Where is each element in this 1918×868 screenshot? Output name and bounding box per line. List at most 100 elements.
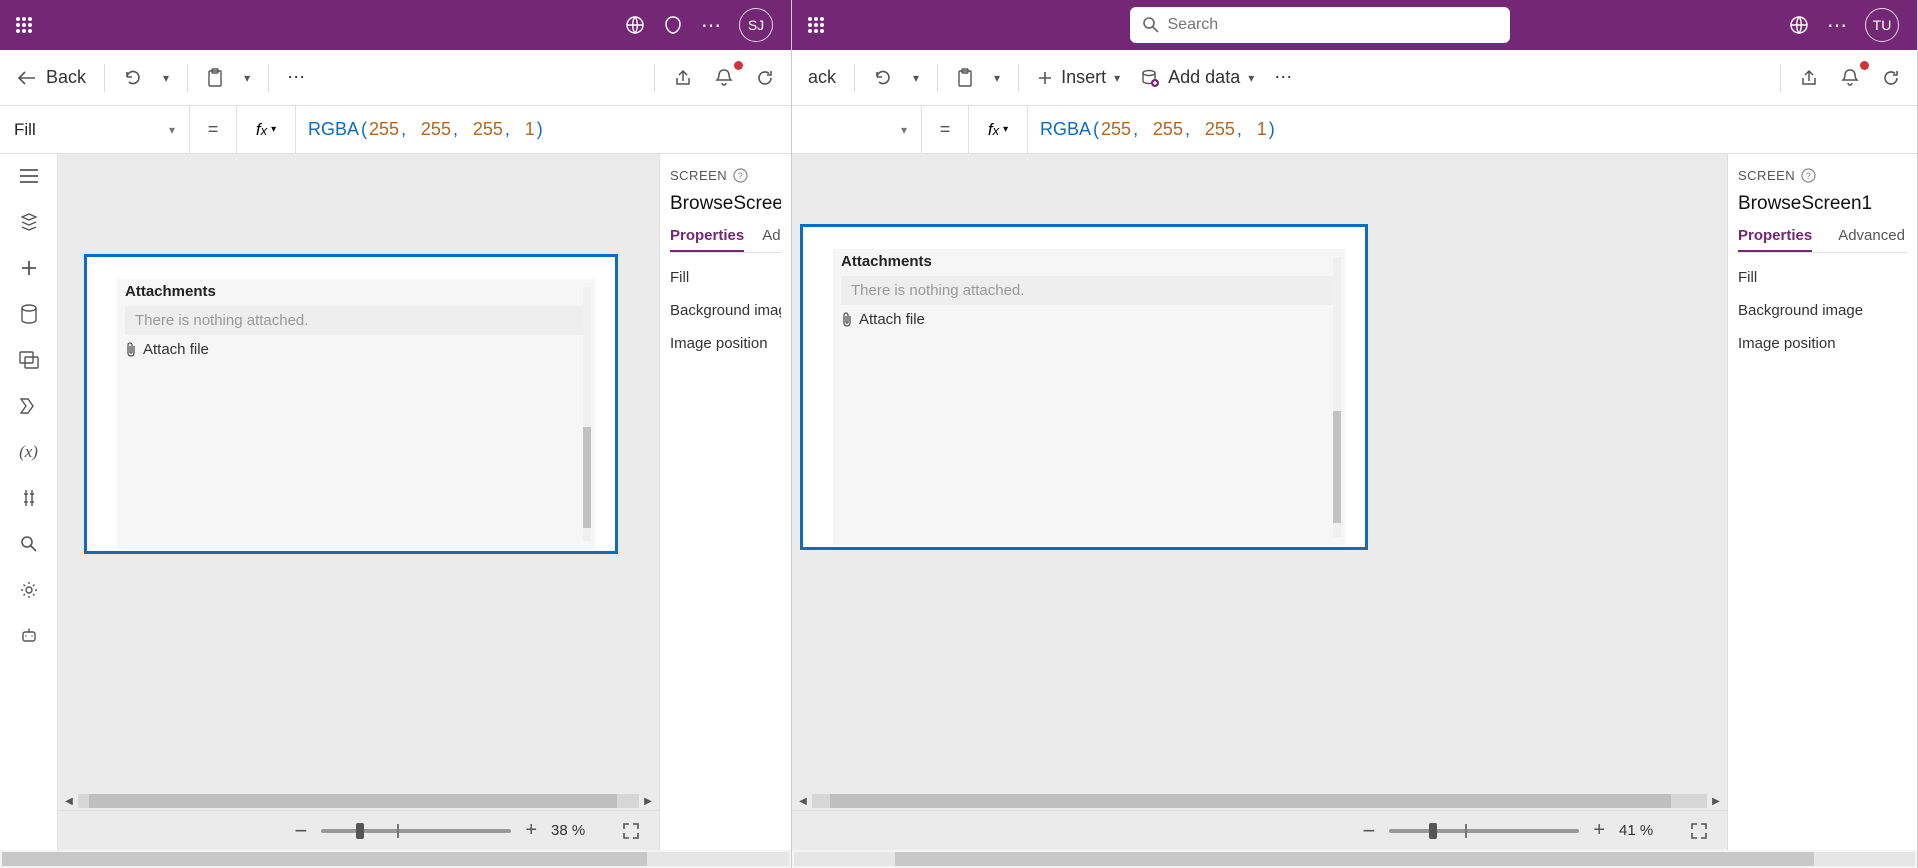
properties-panel-left: SCREEN ? BrowseScreen1 Properties Ad Fil…: [659, 154, 791, 850]
property-dropdown[interactable]: ▾: [792, 106, 922, 153]
zoom-out-button[interactable]: −: [1362, 818, 1375, 844]
tree-view-icon[interactable]: [17, 210, 41, 234]
paste-chevron[interactable]: ▾: [238, 67, 256, 89]
user-avatar[interactable]: SJ: [739, 8, 773, 42]
globe-icon[interactable]: [1789, 15, 1809, 35]
refresh-button[interactable]: [749, 64, 781, 92]
tools-icon[interactable]: [17, 486, 41, 510]
paste-button[interactable]: [950, 64, 980, 92]
attachments-card: Attachments There is nothing attached. A…: [117, 279, 595, 549]
search-input[interactable]: [1168, 16, 1498, 34]
fx-button[interactable]: fx▾: [236, 106, 296, 153]
property-dropdown[interactable]: Fill ▾: [0, 106, 190, 153]
attachments-label: Attachments: [841, 253, 1337, 270]
app-launcher-icon[interactable]: [800, 9, 832, 41]
prop-row-image-position[interactable]: Image position: [670, 327, 781, 360]
media-icon[interactable]: [17, 348, 41, 372]
zoom-slider[interactable]: [1389, 829, 1579, 833]
formula-text[interactable]: RGBA(255, 255, 255, 1): [1028, 119, 1287, 140]
search-icon[interactable]: [17, 532, 41, 556]
prop-row-fill[interactable]: Fill: [670, 261, 781, 294]
undo-chevron[interactable]: ▾: [907, 67, 925, 89]
data-icon[interactable]: [17, 302, 41, 326]
share-button[interactable]: [667, 64, 699, 92]
panel-title: BrowseScreen1: [670, 193, 781, 215]
paste-button[interactable]: [200, 64, 230, 92]
more-icon[interactable]: ⋯: [1827, 13, 1847, 38]
paste-chevron[interactable]: ▾: [988, 67, 1006, 89]
tab-advanced[interactable]: Advanced: [1838, 227, 1905, 252]
prop-row-background-image[interactable]: Background image: [670, 294, 781, 327]
card-scrollbar[interactable]: [1333, 257, 1341, 537]
add-data-label: Add data: [1168, 67, 1240, 88]
scroll-left-icon[interactable]: ◀: [796, 794, 810, 808]
selected-screen-frame[interactable]: Attachments There is nothing attached. A…: [800, 224, 1368, 550]
zoom-in-button[interactable]: +: [1593, 819, 1605, 842]
back-button-fragment[interactable]: ack: [802, 63, 842, 92]
zoom-percent: 38 %: [551, 822, 607, 839]
command-bar-right: ack ▾ ▾ Insert ▾ Add data ▾ ⋯: [792, 50, 1917, 106]
fit-screen-button[interactable]: [1689, 821, 1709, 841]
power-automate-icon[interactable]: [17, 394, 41, 418]
insert-icon[interactable]: [17, 256, 41, 280]
svg-text:?: ?: [738, 171, 744, 181]
add-data-button[interactable]: Add data ▾: [1134, 63, 1260, 92]
tab-advanced[interactable]: Ad: [762, 227, 780, 252]
user-avatar[interactable]: TU: [1865, 8, 1899, 42]
scroll-right-icon[interactable]: ▶: [1709, 794, 1723, 808]
search-box[interactable]: [1130, 7, 1510, 43]
undo-chevron[interactable]: ▾: [157, 67, 175, 89]
more-icon[interactable]: ⋯: [701, 13, 721, 38]
app-checker-button[interactable]: [1833, 63, 1867, 93]
tab-properties[interactable]: Properties: [670, 227, 744, 252]
zoom-out-button[interactable]: −: [294, 818, 307, 844]
overflow-button[interactable]: ⋯: [281, 63, 311, 92]
app-checker-button[interactable]: [707, 63, 741, 93]
hamburger-icon[interactable]: [17, 164, 41, 188]
refresh-button[interactable]: [1875, 64, 1907, 92]
insert-button[interactable]: Insert ▾: [1031, 63, 1126, 92]
help-icon[interactable]: ?: [733, 168, 748, 183]
fx-button[interactable]: fx▾: [968, 106, 1028, 153]
prop-row-background-image[interactable]: Background image: [1738, 294, 1907, 327]
scroll-right-icon[interactable]: ▶: [641, 794, 655, 808]
attachments-empty-text: There is nothing attached.: [841, 276, 1337, 305]
share-button[interactable]: [1793, 64, 1825, 92]
left-rail: (x): [0, 154, 58, 850]
paperclip-icon: [125, 342, 137, 358]
paperclip-icon: [841, 312, 853, 328]
tab-properties[interactable]: Properties: [1738, 227, 1812, 252]
selected-screen-frame[interactable]: Attachments There is nothing attached. A…: [84, 254, 618, 554]
attachments-empty-text: There is nothing attached.: [125, 306, 587, 335]
panel-title: BrowseScreen1: [1738, 193, 1907, 215]
copilot-icon[interactable]: [663, 15, 683, 35]
attach-file-button[interactable]: Attach file: [125, 341, 209, 358]
scroll-left-icon[interactable]: ◀: [62, 794, 76, 808]
attach-file-label: Attach file: [859, 311, 925, 328]
globe-icon[interactable]: [625, 15, 645, 35]
virtual-agent-icon[interactable]: [17, 624, 41, 648]
undo-button[interactable]: [867, 64, 899, 92]
prop-row-fill[interactable]: Fill: [1738, 261, 1907, 294]
window-h-scrollbar-right[interactable]: [792, 850, 1917, 868]
zoom-slider[interactable]: [321, 829, 511, 833]
prop-row-image-position[interactable]: Image position: [1738, 327, 1907, 360]
settings-icon[interactable]: [17, 578, 41, 602]
formula-text[interactable]: RGBA(255, 255, 255, 1): [296, 119, 555, 140]
zoom-in-button[interactable]: +: [525, 819, 537, 842]
variables-icon[interactable]: (x): [17, 440, 41, 464]
help-icon[interactable]: ?: [1801, 168, 1816, 183]
canvas-h-scrollbar[interactable]: ◀ ▶: [792, 792, 1727, 810]
canvas-h-scrollbar[interactable]: ◀ ▶: [58, 792, 659, 810]
formula-bar-right: ▾ = fx▾ RGBA(255, 255, 255, 1): [792, 106, 1917, 154]
card-scrollbar[interactable]: [583, 287, 591, 541]
attachments-label: Attachments: [125, 283, 587, 300]
attach-file-button[interactable]: Attach file: [841, 311, 925, 328]
overflow-button[interactable]: ⋯: [1268, 63, 1298, 92]
undo-button[interactable]: [117, 64, 149, 92]
fit-screen-button[interactable]: [621, 821, 641, 841]
window-h-scrollbar-left[interactable]: [0, 850, 791, 868]
app-launcher-icon[interactable]: [8, 9, 40, 41]
zoom-bar-right: − + 41 %: [792, 810, 1727, 850]
back-button[interactable]: Back: [10, 63, 92, 92]
